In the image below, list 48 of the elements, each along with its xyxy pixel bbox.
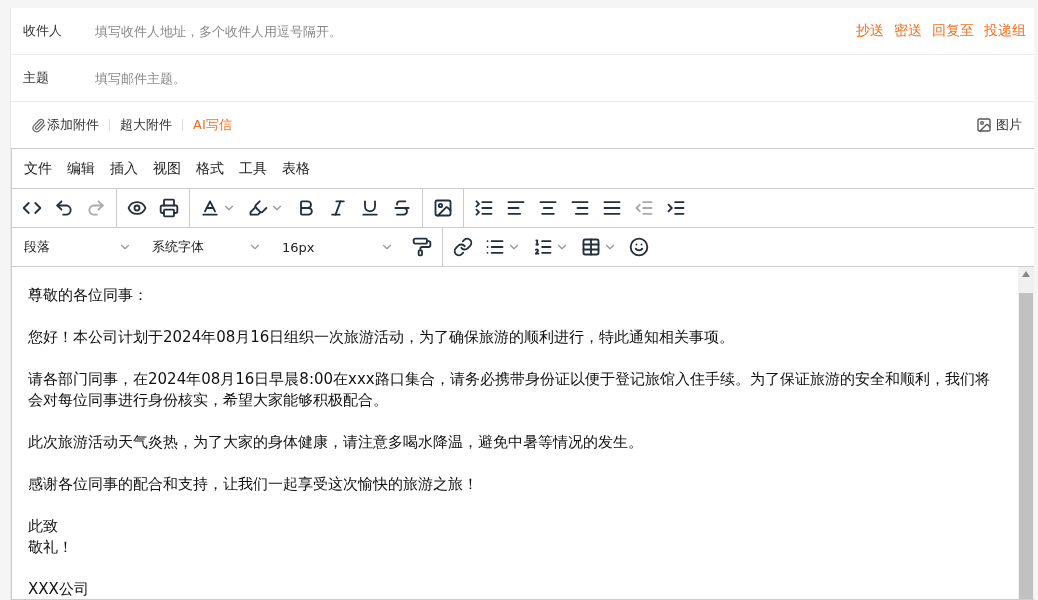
underline-icon [360,198,380,218]
format-select[interactable]: 系统字体 [140,238,270,256]
redo-icon [86,198,106,218]
recipient-label: 收件人 [23,22,63,40]
menu-item[interactable]: 插入 [110,159,138,178]
body-paragraph: 尊敬的各位同事： [28,285,149,306]
highlight-icon [248,198,268,218]
table-icon [581,237,601,257]
add-attachment-button[interactable]: 添加附件 [31,116,99,134]
text-color-icon [200,198,220,218]
outdent-icon [634,198,654,218]
justify-icon [602,198,622,218]
body-paragraph: 您好！本公司计划于2024年08月16日组织一次旅游活动，为了确保旅游的顺利进行，特此通知相关事项。 [28,327,736,348]
body-paragraph: 感谢各位同事的配合和支持，让我们一起享受这次愉快的旅游之旅！ [28,474,479,495]
image-button[interactable]: 图片 [976,116,1022,134]
body-paragraph: 请各部门同事，在2024年08月16日早晨8:00在xxx路口集合，请务必携带身份证以便于登记旅馆入住手续。为了保证旅游的安全和顺利，我们将会对每位同事进行身份核实，希望大家能够积极配合。 [28,369,991,411]
numbered-list-icon [533,237,553,257]
scrollbar[interactable] [1018,267,1034,599]
format-painter-icon [412,237,432,257]
large-attachment-button[interactable]: 超大附件 [120,116,172,134]
emoji-icon [629,237,649,257]
scroll-up-icon[interactable] [1022,271,1030,277]
subject-label: 主题 [23,69,50,87]
format-select[interactable]: 16px [270,239,402,255]
align-right-icon [570,198,590,218]
menu-item[interactable]: 编辑 [67,159,95,178]
bullet-list-icon [485,237,505,257]
menu-item[interactable]: 视图 [153,159,181,178]
indent-icon [666,198,686,218]
align-center-icon [538,198,558,218]
undo-icon [54,198,74,218]
strike-icon [392,198,412,218]
menu-item[interactable]: 工具 [239,159,267,178]
body-paragraph: 此次旅游活动天气炎热，为了大家的身体健康，请注意多喝水降温，避免中暑等情况的发生。 [28,432,644,453]
body-paragraph: 此致 敬礼！ [28,516,74,558]
menu-item[interactable]: 表格 [282,159,310,178]
menu-item[interactable]: 文件 [24,159,52,178]
italic-icon [328,198,348,218]
link-icon [453,237,473,257]
menu-item[interactable]: 格式 [196,159,224,178]
body-paragraph: XXX公司 [28,579,90,599]
image-icon [976,117,992,133]
print-icon [159,198,179,218]
preview-icon [127,198,147,218]
image-icon [433,198,453,218]
paperclip-icon [31,117,46,133]
format-select[interactable]: 段落 [12,238,140,256]
align-left-icon [506,198,526,218]
